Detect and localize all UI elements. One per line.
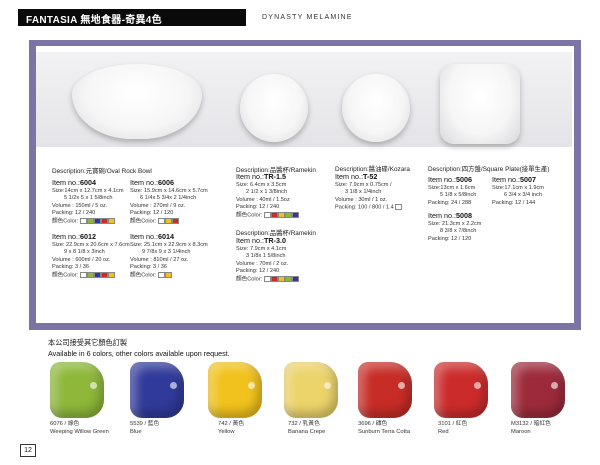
page-header: FANTASIA 無地食器-奇異4色 DYNASTY MELAMINE bbox=[0, 0, 600, 28]
product-item-TR-1.5: Item no.:TR-1.5 Size: 6.4cm x 3.5cm 2 1/… bbox=[236, 172, 299, 220]
swatch-image-blue bbox=[130, 362, 184, 418]
square-description: Description:四方盤/Square Plate(接單生產) bbox=[428, 166, 550, 173]
swatch-image-green bbox=[50, 362, 104, 418]
swatch-image-yellow bbox=[208, 362, 262, 418]
swatch-image-red bbox=[434, 362, 488, 418]
swatch-caption-yellow: 742 / 黃色 Yellow bbox=[218, 421, 245, 435]
product-item-T-52: Item no.:T-52 Size: 7.9cm x 0.75cm / 3 1… bbox=[335, 172, 403, 212]
page-number: 12 bbox=[20, 444, 36, 457]
ramekin-image bbox=[240, 74, 308, 142]
swatch-caption-red: 3101 / 紅色 Red bbox=[438, 421, 468, 435]
swatch-image-maroon bbox=[511, 362, 565, 418]
header-title: FANTASIA 無地食器-奇異4色 bbox=[26, 15, 162, 26]
swatch-image-terra-cotta bbox=[358, 362, 412, 418]
oval-description: Description:元寶碗/Oval Rock Bowl bbox=[52, 168, 152, 175]
kozara-image bbox=[342, 74, 410, 142]
product-item-6014: Item no.:6014 Size: 25.1cm x 22.9cm x 8.… bbox=[130, 232, 208, 279]
custom-color-note-en: Available in 6 colors, other colors avai… bbox=[48, 349, 230, 358]
swatch-caption-terra-cotta: 3696 / 磚色 Sunburn Terra Cotta bbox=[358, 421, 411, 435]
product-item-6004: Item no.:6004 Size:14cm x 12.7cm x 4.1cm… bbox=[52, 178, 124, 225]
swatch-caption-blue: 5539 / 藍色 Blue bbox=[130, 421, 160, 435]
swatch-caption-banana-crepe: 732 / 乳黃色 Banana Crepe bbox=[288, 421, 326, 435]
product-item-6012: Item no.:6012 Size: 22.9cm x 20.6cm x 7.… bbox=[52, 232, 130, 279]
product-item-5007: Item no.:5007 Size:17.1cm x 1.9cm 6 3/4 … bbox=[492, 175, 544, 206]
product-item-5006: Item no.:5006 Size:13cm x 1.6cm 5 1/8 x … bbox=[428, 175, 477, 206]
custom-color-note-cn: 本公司接受其它顏色訂製 bbox=[48, 338, 128, 347]
swatch-image-banana-crepe bbox=[284, 362, 338, 418]
product-item-5008: Item no.:5008 Size: 21.3cm x 2.2cm 8 3/8… bbox=[428, 211, 482, 242]
swatch-caption-maroon: M3132 / 暗紅色 Maroon bbox=[511, 421, 551, 435]
square-plate-image bbox=[440, 64, 520, 144]
product-item-TR-3.0: Item no.:TR-3.0 Size: 7.9cm x 4.1cm 3 1/… bbox=[236, 236, 299, 284]
product-item-6006: Item no.:6006 Size: 15.9cm x 14.6cm x 5.… bbox=[130, 178, 208, 225]
swatch-caption-green: 6076 / 綠色 Weeping Willow Green bbox=[50, 421, 109, 435]
header-subtitle: DYNASTY MELAMINE bbox=[262, 14, 353, 21]
